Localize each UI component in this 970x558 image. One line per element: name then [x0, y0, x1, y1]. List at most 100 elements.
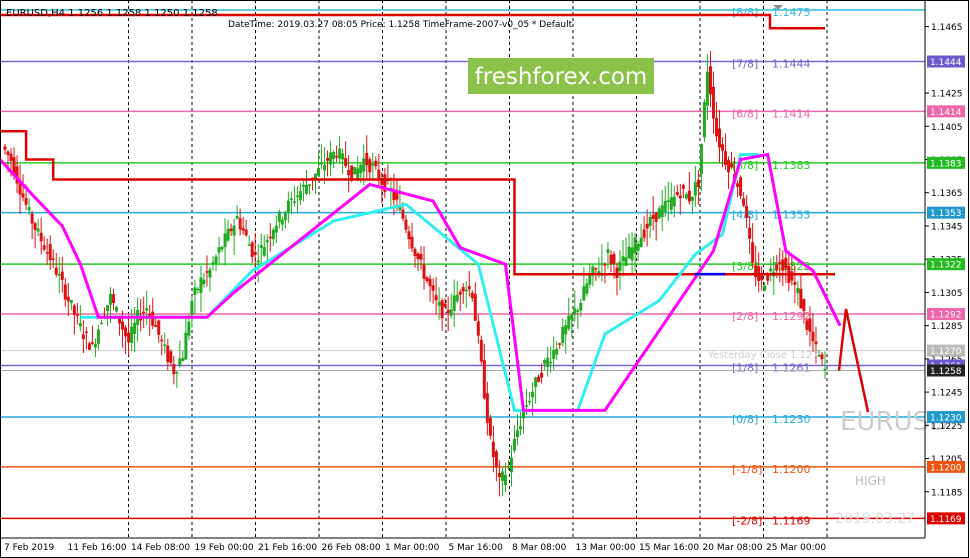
candle-body: [482, 360, 486, 399]
candle-body: [470, 292, 474, 299]
candle-body: [356, 168, 360, 179]
candle-body: [154, 325, 158, 327]
candle-body: [808, 318, 812, 332]
date-faded: 2019.03.27: [835, 511, 915, 527]
candle-body: [422, 264, 426, 279]
candle-body: [802, 299, 806, 312]
level-label: [-2/8]: [732, 514, 762, 527]
candle-body: [724, 151, 728, 165]
candle-body: [428, 278, 432, 287]
x-tick-label: 15 Mar 16:00: [639, 543, 699, 553]
candle-body: [727, 159, 731, 173]
candle-body: [552, 349, 556, 359]
candle-body: [208, 269, 212, 278]
candle-body: [238, 218, 242, 230]
level-label: [-1/8]: [732, 463, 762, 476]
candle-body: [630, 247, 634, 261]
candle-body: [193, 287, 197, 295]
x-tick-label: 20 Mar 08:00: [703, 543, 763, 553]
candle-body: [244, 229, 248, 236]
candle-body: [636, 243, 640, 251]
candle-body: [3, 146, 7, 150]
candle-body: [223, 233, 227, 248]
candle-body: [696, 179, 700, 188]
candle-body: [543, 360, 547, 364]
high-label: HIGH: [855, 474, 886, 488]
candle-body: [295, 195, 299, 197]
candle-body: [301, 184, 305, 187]
candle-body: [721, 144, 725, 151]
candle-body: [606, 249, 610, 254]
candle-body: [214, 256, 218, 264]
symbol-line: EURUSD,H4 1.1256 1.1258 1.1250 1.1258: [6, 8, 218, 19]
candle-body: [235, 215, 239, 219]
candle-body: [45, 252, 49, 254]
candle-body: [112, 294, 116, 304]
candle-body: [705, 71, 709, 106]
candle-body: [157, 320, 161, 335]
candle-body: [30, 213, 34, 224]
x-tick-label: 25 Mar 00:00: [766, 543, 826, 553]
candle-body: [292, 201, 296, 203]
candle-body: [639, 237, 643, 248]
candle-body: [350, 165, 354, 179]
candle-body: [220, 247, 224, 250]
candle-body: [419, 254, 423, 260]
candle-body: [166, 345, 170, 363]
candle-body: [805, 320, 809, 330]
candle-body: [702, 102, 706, 138]
candle-body: [187, 321, 191, 336]
x-tick-label: 1 Mar 00:00: [385, 543, 440, 553]
level-value: 1.1200: [772, 463, 811, 476]
candle-body: [332, 152, 336, 160]
candle-body: [473, 293, 477, 321]
candle-body: [347, 169, 351, 176]
candle-body: [341, 153, 345, 160]
x-tick-label: 7 Feb 2019: [4, 543, 55, 553]
candle-body: [21, 193, 25, 198]
candle-body: [99, 322, 103, 325]
price-tag-label: 1.1200: [930, 463, 962, 473]
candle-body: [537, 376, 541, 382]
candle-body: [304, 185, 308, 194]
candle-body: [525, 405, 529, 407]
candle-body: [627, 246, 631, 259]
candle-body: [528, 400, 532, 403]
candle-body: [329, 152, 333, 165]
candle-body: [172, 364, 176, 375]
x-tick-label: 14 Feb 08:00: [131, 543, 190, 553]
candle-body: [681, 185, 685, 189]
candle-body: [81, 334, 85, 340]
candle-body: [90, 342, 94, 344]
candle-body: [717, 128, 721, 148]
chart-canvas: [8/8] 1.1475[7/8] 1.1444[6/8] 1.1414[5/8] 1.…: [0, 0, 970, 558]
candle-body: [684, 194, 688, 199]
candle-body: [488, 418, 492, 436]
candle-body: [320, 162, 324, 165]
candle-body: [93, 343, 97, 348]
candle-body: [178, 358, 182, 366]
candle-body: [298, 191, 302, 201]
candle-body: [413, 249, 417, 256]
candle-body: [404, 219, 408, 230]
candle-body: [42, 245, 46, 250]
candle-body: [434, 295, 438, 301]
candle-body: [675, 191, 679, 195]
candle-body: [669, 197, 673, 210]
candle-body: [353, 167, 357, 175]
level-value: 1.1292: [772, 310, 811, 323]
candle-body: [205, 271, 209, 273]
price-tag-label: 1.1322: [930, 261, 962, 271]
candle-body: [751, 242, 755, 263]
candle-body: [6, 151, 10, 155]
candle-body: [344, 158, 348, 167]
candle-body: [133, 322, 137, 334]
candle-body: [226, 228, 230, 241]
x-tick-label: 13 Mar 00:00: [576, 543, 636, 553]
candle-body: [657, 208, 661, 219]
candle-body: [184, 332, 188, 360]
y-tick-label: 1.1305: [931, 289, 963, 299]
y-tick-label: 1.1185: [931, 488, 963, 498]
y-tick-label: 1.1285: [931, 322, 963, 332]
candle-body: [600, 263, 604, 265]
